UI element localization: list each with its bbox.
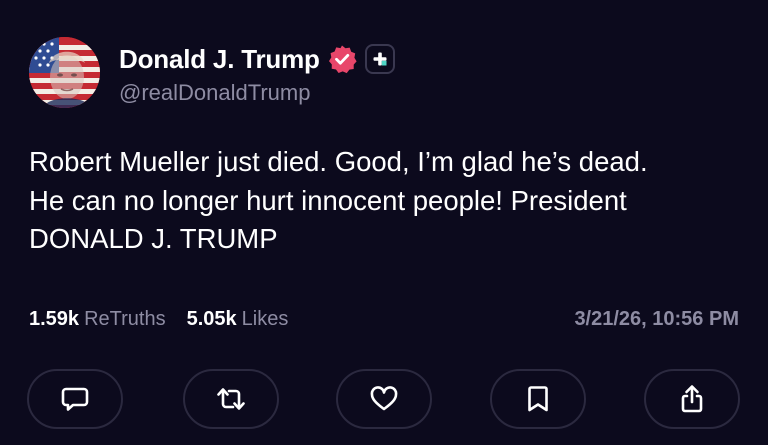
share-button[interactable] <box>644 369 740 429</box>
display-name[interactable]: Donald J. Trump <box>119 41 320 77</box>
avatar[interactable] <box>29 37 100 108</box>
post-text-line: DONALD J. TRUMP <box>29 223 278 254</box>
verified-badge-icon <box>327 44 357 74</box>
flag-portrait-avatar-icon <box>29 37 100 108</box>
share-icon <box>681 385 703 413</box>
bookmark-button[interactable] <box>490 369 586 429</box>
author-handle[interactable]: @realDonaldTrump <box>119 79 310 107</box>
retruth-button[interactable] <box>183 369 279 429</box>
plus-badge-icon <box>364 44 395 74</box>
post-text-line: He can no longer hurt innocent people! P… <box>29 184 627 216</box>
retruths-label[interactable]: ReTruths <box>84 305 166 333</box>
heart-icon <box>370 386 398 411</box>
truth-post: Donald J. Trump @realDonaldTrump Robert … <box>0 0 768 445</box>
post-timestamp: 3/21/26, 10:56 PM <box>574 308 739 330</box>
post-text: Robert Mueller just died. Good, I’m glad… <box>29 143 749 259</box>
reply-button[interactable] <box>27 369 123 429</box>
post-stats: 1.59k ReTruths 5.05k Likes <box>29 305 288 333</box>
like-button[interactable] <box>336 369 432 429</box>
likes-count[interactable]: 5.05k <box>187 305 237 333</box>
likes-label[interactable]: Likes <box>242 305 289 333</box>
bookmark-icon <box>528 386 548 412</box>
repost-icon <box>217 388 245 410</box>
retruths-count[interactable]: 1.59k <box>29 305 79 333</box>
author-name-row: Donald J. Trump <box>119 41 395 77</box>
post-text-line: Robert Mueller just died. Good, I’m glad… <box>29 146 648 177</box>
comment-icon <box>61 387 89 411</box>
